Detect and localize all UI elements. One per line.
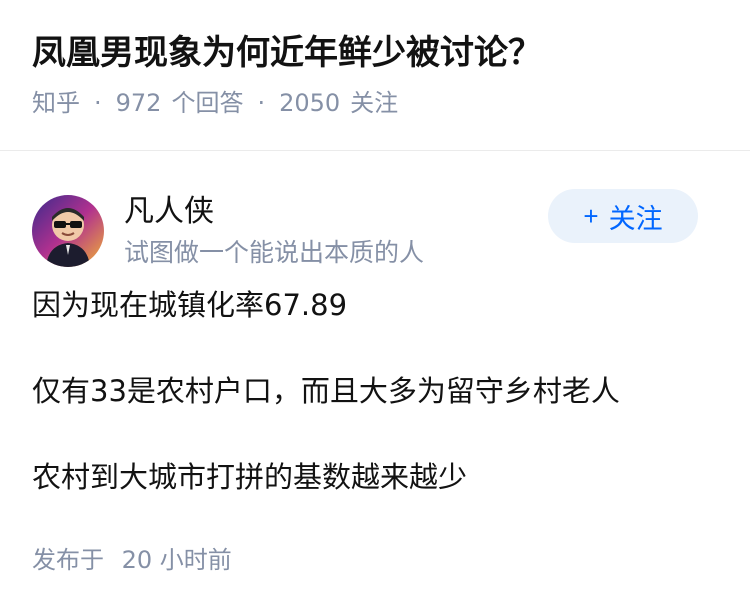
follow-button-label: 关注: [608, 203, 663, 234]
section-divider: [0, 150, 750, 151]
follow-button[interactable]: + 关注: [548, 189, 698, 243]
author-row: 凡人侠 试图做一个能说出本质的人 + 关注: [32, 177, 718, 285]
question-header: 凤凰男现象为何近年鲜少被讨论？ 知乎 · 972 个回答 · 2050 关注: [0, 0, 750, 120]
question-title[interactable]: 凤凰男现象为何近年鲜少被讨论？: [32, 30, 718, 76]
meta-separator: ·: [257, 89, 266, 117]
author-info: 凡人侠 试图做一个能说出本质的人: [124, 192, 424, 270]
post-time: 发布于 20 小时前: [32, 543, 718, 577]
answer-count-label: 个回答: [171, 89, 244, 117]
answer-card: 凡人侠 试图做一个能说出本质的人 + 关注 因为现在城镇化率67.89 仅有33…: [0, 177, 750, 577]
meta-separator: ·: [94, 89, 102, 117]
follower-count-label: 关注: [350, 89, 399, 117]
answer-paragraph: 农村到大城市打拼的基数越来越少: [32, 460, 468, 494]
answer-content: 因为现在城镇化率67.89 仅有33是农村户口，而且大多为留守乡村老人 农村到大…: [32, 285, 718, 497]
author-bio: 试图做一个能说出本质的人: [124, 238, 425, 267]
plus-icon: +: [583, 200, 599, 231]
question-meta: 知乎 · 972 个回答 · 2050 关注: [32, 86, 718, 120]
answer-count: 972: [115, 89, 162, 117]
source-label[interactable]: 知乎: [32, 86, 80, 120]
author-name[interactable]: 凡人侠: [124, 192, 424, 232]
avatar[interactable]: [32, 195, 104, 267]
avatar-image-icon: [32, 195, 104, 267]
posted-time: 20 小时前: [121, 546, 232, 574]
follower-count: 2050: [279, 89, 341, 117]
posted-label: 发布于: [32, 546, 104, 574]
answer-paragraph: 仅有33是农村户口，而且大多为留守乡村老人: [32, 374, 620, 408]
answer-paragraph: 因为现在城镇化率67.89: [32, 288, 348, 322]
